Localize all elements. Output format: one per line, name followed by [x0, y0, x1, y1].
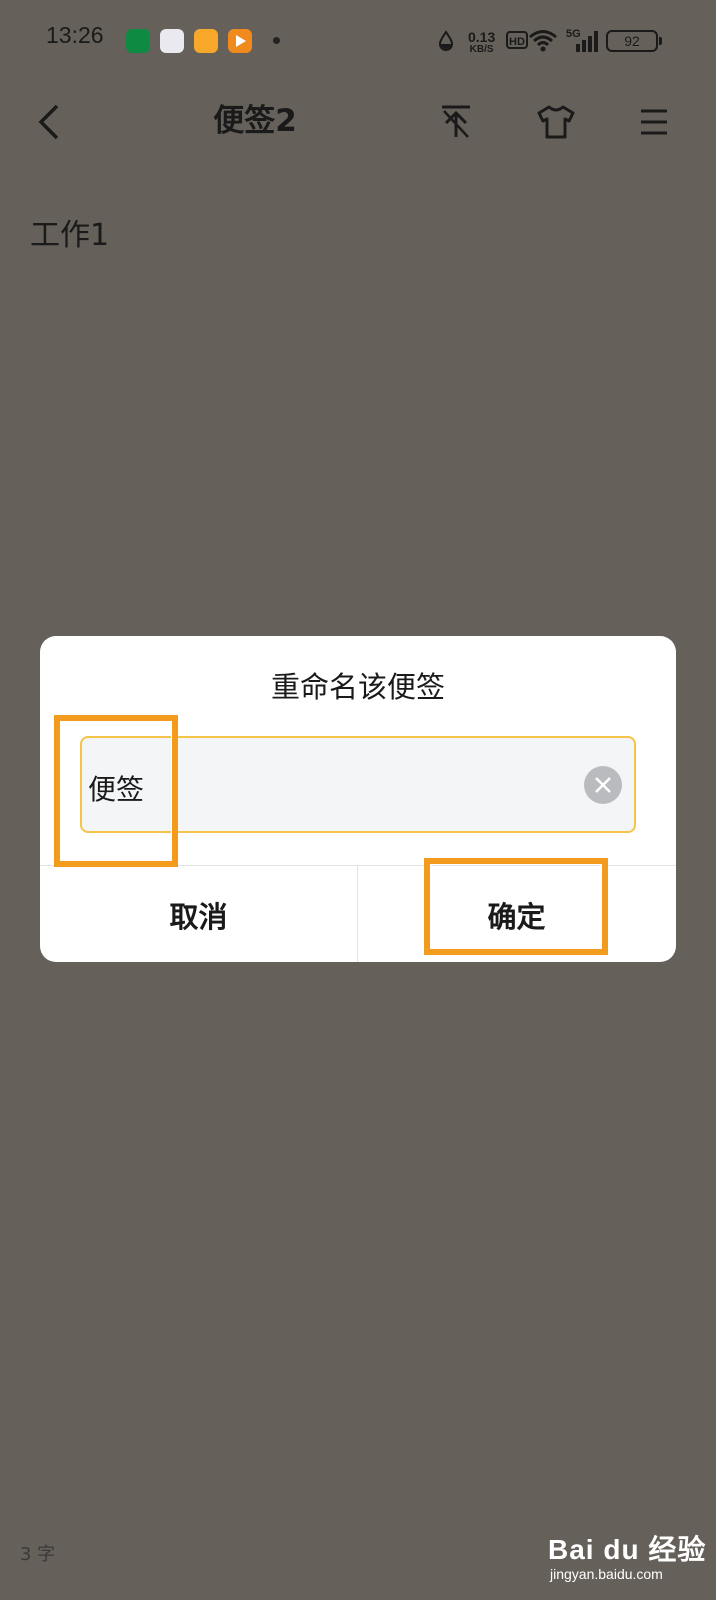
- signal-icon: [574, 30, 600, 56]
- pin-top-button[interactable]: [424, 82, 488, 162]
- status-time: 13:26: [46, 22, 104, 48]
- note-toolbar: [0, 82, 716, 162]
- video-app-icon: [228, 29, 252, 53]
- status-bar: 13:26 0.13 KB/S HD 5G 92: [0, 0, 716, 82]
- hd-badge: HD: [506, 31, 528, 49]
- highlight-box-input: [54, 715, 178, 867]
- network-speed-unit: KB/S: [469, 44, 494, 55]
- highlight-box-confirm: [424, 858, 608, 955]
- oppo-app-icon: [126, 29, 150, 53]
- char-count: 3 字: [20, 1544, 56, 1565]
- music-app-icon: [160, 29, 184, 53]
- watermark-url: jingyan.baidu.com: [550, 1566, 663, 1582]
- orange-app-icon: [194, 29, 218, 53]
- droplet-icon: [438, 30, 454, 56]
- notification-dot: [273, 37, 280, 44]
- watermark-logo-text: Bai du 经验: [548, 1534, 707, 1565]
- back-button[interactable]: [18, 82, 82, 162]
- baidu-watermark: Bai du 经验 jingyan.baidu.com: [548, 1520, 716, 1590]
- tshirt-icon: [537, 105, 575, 139]
- network-speed-value: 0.13: [468, 29, 496, 45]
- battery-indicator: 92: [606, 30, 662, 52]
- cancel-button[interactable]: 取消: [40, 866, 357, 962]
- menu-button[interactable]: [622, 82, 686, 162]
- back-arrow-icon: [38, 104, 59, 140]
- menu-icon: [641, 109, 667, 135]
- close-icon: [595, 777, 611, 793]
- wifi-icon: [528, 28, 558, 56]
- note-content[interactable]: 工作1: [30, 210, 109, 254]
- dialog-title: 重命名该便签: [270, 670, 445, 704]
- pin-to-top-icon: [442, 105, 470, 138]
- theme-button[interactable]: [524, 82, 588, 162]
- note-title: 便签2: [213, 103, 297, 139]
- network-speed: 0.13 KB/S: [468, 30, 495, 55]
- clear-input-button[interactable]: [584, 766, 622, 804]
